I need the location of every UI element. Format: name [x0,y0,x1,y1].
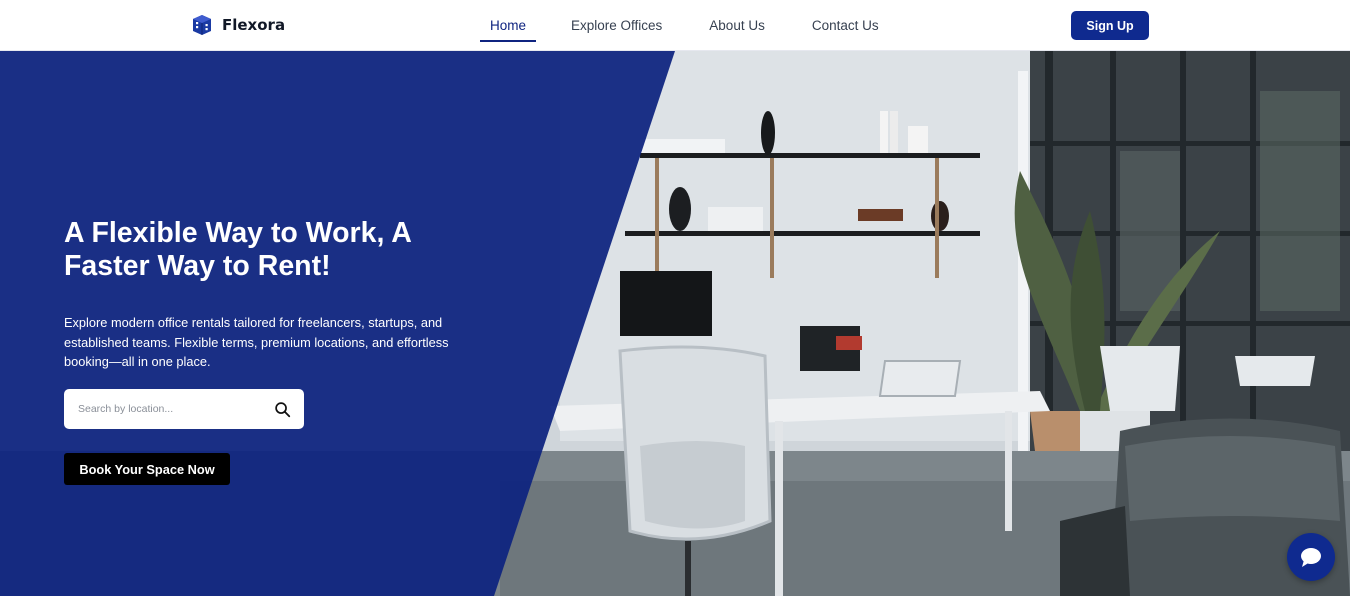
building-logo-icon [193,15,211,35]
top-navbar: Flexora Home Explore Offices About Us Co… [0,0,1350,51]
brand-logo-link[interactable]: Flexora [190,13,285,37]
nav-link-about-us[interactable]: About Us [707,0,767,51]
chat-widget-button[interactable] [1287,533,1335,581]
nav-link-explore-offices[interactable]: Explore Offices [569,0,664,51]
location-search-input[interactable] [78,403,272,415]
nav-link-contact-us[interactable]: Contact Us [810,0,881,51]
brand-name: Flexora [222,16,286,34]
main-nav: Home Explore Offices About Us Contact Us [480,0,881,51]
book-your-space-button[interactable]: Book Your Space Now [64,453,230,485]
location-search-box [64,389,304,429]
sign-up-button[interactable]: Sign Up [1071,11,1149,40]
hero-section: A Flexible Way to Work, A Faster Way to … [0,51,1350,596]
nav-link-home[interactable]: Home [480,0,536,51]
hero-description: Explore modern office rentals tailored f… [64,315,449,369]
search-icon[interactable] [272,399,292,419]
chat-bubble-icon [1301,548,1321,567]
hero-heading: A Flexible Way to Work, A Faster Way to … [64,217,411,282]
